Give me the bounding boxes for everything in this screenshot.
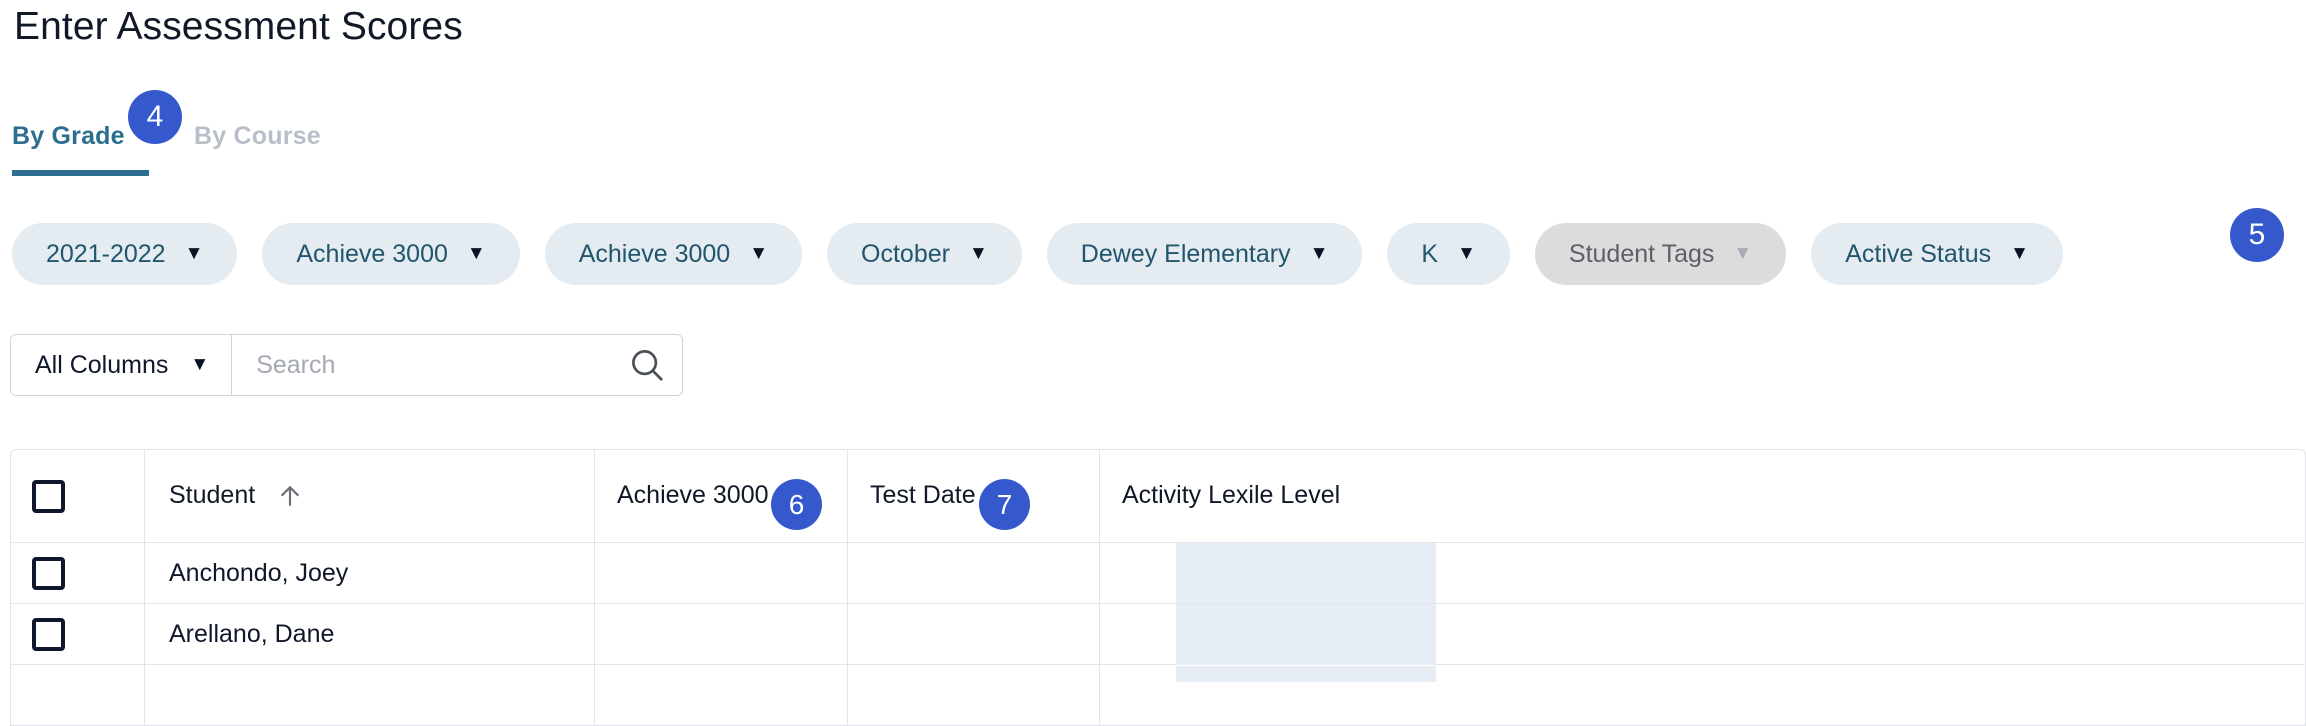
chevron-down-icon: ▼ xyxy=(2010,242,2029,264)
tab-by-course-label: By Course xyxy=(194,122,321,150)
lexile-highlight-row-2[interactable] xyxy=(1176,604,1436,665)
cell-test-date[interactable] xyxy=(848,604,1100,664)
chevron-down-icon: ▼ xyxy=(968,242,988,264)
step-badge-5: 5 xyxy=(2230,208,2284,262)
tab-by-grade-label: By Grade xyxy=(12,122,125,150)
filter-pill-school-year-label: 2021-2022 xyxy=(46,239,166,268)
cell-student xyxy=(145,665,595,725)
lexile-highlight-row-1[interactable] xyxy=(1176,543,1436,603)
chevron-down-icon: ▼ xyxy=(190,353,210,375)
lexile-highlight-row-3[interactable] xyxy=(1176,666,1436,682)
chevron-down-icon: ▼ xyxy=(184,242,204,264)
filter-pill-grade[interactable]: K ▼ xyxy=(1387,223,1510,285)
column-header-student-label: Student xyxy=(169,481,256,510)
column-header-student[interactable]: Student xyxy=(145,450,595,542)
step-badge-7: 7 xyxy=(979,479,1030,530)
row-select-cell xyxy=(11,604,145,664)
search-input[interactable] xyxy=(254,335,621,395)
filter-pill-month-label: October xyxy=(861,239,950,268)
chevron-down-icon: ▼ xyxy=(466,242,486,264)
column-header-activity-lexile-level[interactable]: Activity Lexile Level xyxy=(1100,450,2305,542)
tab-by-course[interactable]: By Course xyxy=(194,122,321,176)
cell-test-date[interactable] xyxy=(848,665,1100,725)
assessment-scores-table: Student Achieve 3000 Test Date Activity … xyxy=(10,449,2306,726)
chevron-down-icon: ▼ xyxy=(1733,242,1753,264)
filter-pill-school[interactable]: Dewey Elementary ▼ xyxy=(1046,223,1363,285)
table-header-row: Student Achieve 3000 Test Date Activity … xyxy=(11,450,2305,543)
search-icon[interactable] xyxy=(628,346,666,384)
filter-pill-active-status-label: Active Status xyxy=(1845,239,1992,268)
filter-pill-active-status[interactable]: Active Status ▼ xyxy=(1811,223,2063,285)
filter-pill-program[interactable]: Achieve 3000 ▼ xyxy=(262,223,520,285)
column-header-test-date[interactable]: Test Date xyxy=(848,450,1100,542)
filter-pill-assessment[interactable]: Achieve 3000 ▼ xyxy=(544,223,803,285)
search-bar: All Columns ▼ xyxy=(10,334,684,396)
sort-ascending-arrow-icon[interactable] xyxy=(277,483,303,509)
search-field-wrap xyxy=(232,335,682,395)
column-header-test-date-label: Test Date xyxy=(870,481,976,510)
cell-test-date[interactable] xyxy=(848,543,1100,603)
filter-pill-grade-label: K xyxy=(1421,239,1439,268)
cell-achieve-3000[interactable] xyxy=(595,665,848,725)
table-row[interactable]: Anchondo, Joey xyxy=(11,543,2305,604)
column-header-achieve-3000-label: Achieve 3000 xyxy=(617,481,769,510)
select-all-checkbox[interactable] xyxy=(32,479,65,513)
chevron-down-icon: ▼ xyxy=(749,242,769,264)
cell-achieve-3000[interactable] xyxy=(595,604,848,664)
cell-student: Anchondo, Joey xyxy=(145,543,595,603)
select-all-cell xyxy=(11,450,145,542)
table-row[interactable]: Arellano, Dane xyxy=(11,604,2305,665)
chevron-down-icon: ▼ xyxy=(1309,242,1329,264)
chevron-down-icon: ▼ xyxy=(1457,242,1476,264)
cell-student: Arellano, Dane xyxy=(145,604,595,664)
step-badge-4: 4 xyxy=(128,90,182,144)
column-header-activity-lexile-level-label: Activity Lexile Level xyxy=(1122,481,1341,510)
column-selector-label: All Columns xyxy=(35,350,169,379)
filter-pill-school-year[interactable]: 2021-2022 ▼ xyxy=(12,223,238,285)
table-row[interactable] xyxy=(11,665,2305,726)
column-selector-dropdown[interactable]: All Columns ▼ xyxy=(11,335,233,395)
filter-pill-program-label: Achieve 3000 xyxy=(296,239,448,268)
row-select-cell xyxy=(11,665,145,725)
row-checkbox[interactable] xyxy=(32,556,65,590)
filter-pill-student-tags[interactable]: Student Tags ▼ xyxy=(1534,223,1787,285)
filter-pill-row: 2021-2022 ▼ Achieve 3000 ▼ Achieve 3000 … xyxy=(12,223,2063,285)
filter-pill-school-label: Dewey Elementary xyxy=(1080,239,1291,268)
tab-by-grade[interactable]: By Grade xyxy=(12,122,149,176)
filter-pill-student-tags-label: Student Tags xyxy=(1568,239,1715,268)
row-checkbox[interactable] xyxy=(32,617,65,651)
step-badge-6: 6 xyxy=(771,479,822,530)
filter-pill-assessment-label: Achieve 3000 xyxy=(578,239,731,268)
row-select-cell xyxy=(11,543,145,603)
page-title: Enter Assessment Scores xyxy=(14,5,463,48)
cell-achieve-3000[interactable] xyxy=(595,543,848,603)
filter-pill-month[interactable]: October ▼ xyxy=(827,223,1022,285)
